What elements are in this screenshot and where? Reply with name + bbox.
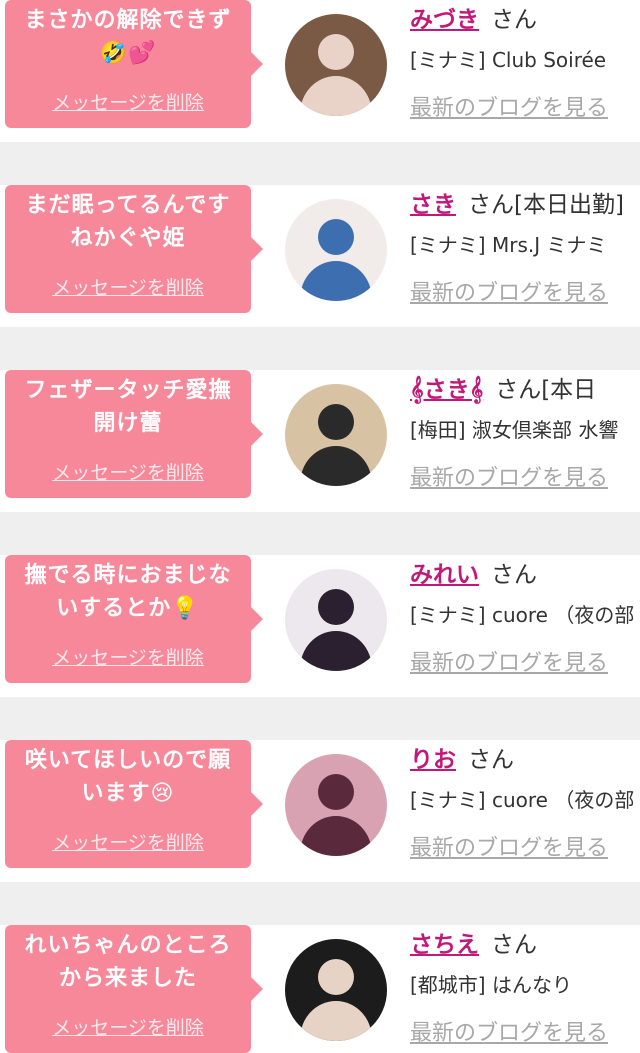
message-text: まだ眠ってるんです ねかぐや姫 — [25, 193, 231, 251]
delete-message-link[interactable]: メッセージを削除 — [5, 458, 251, 485]
avatar-head-shape — [318, 959, 354, 995]
shop-name: [ミナミ] cuore （夜の部 — [410, 603, 635, 627]
girl-name-link[interactable]: みれい — [410, 562, 479, 588]
name-suffix: さん — [468, 747, 514, 773]
name-suffix: さん — [491, 562, 537, 588]
message-card: まだ眠ってるんです ねかぐや姫メッセージを削除 さき さん[本日出勤] [ミナミ] M… — [0, 185, 640, 327]
girl-avatar[interactable] — [285, 199, 387, 301]
girl-name-link[interactable]: りお — [410, 747, 456, 773]
girl-avatar[interactable] — [285, 14, 387, 116]
latest-blog-link[interactable]: 最新のブログを見る — [410, 93, 608, 125]
name-line: りお さん — [410, 742, 514, 778]
name-suffix: さん — [491, 932, 537, 958]
message-text: 咲いてほしいので願 います😢 — [24, 748, 232, 806]
message-bubble: 撫でる時におまじな いするとか💡 メッセージを削除 — [5, 555, 263, 683]
message-card: 撫でる時におまじな いするとか💡 メッセージを削除 みれい さん [ミナミ] cuore… — [0, 555, 640, 697]
message-card: まさかの解除できず🤣💕 メッセージを削除 みづき さん [ミナミ] Club Soiré… — [0, 0, 640, 142]
delete-message-link[interactable]: メッセージを削除 — [5, 643, 251, 670]
girl-name-link[interactable]: 𝄞さき𝄞 — [410, 377, 483, 403]
message-text: 撫でる時におまじな いするとか💡 — [24, 563, 232, 621]
avatar-head-shape — [318, 589, 354, 625]
girl-avatar[interactable] — [285, 939, 387, 1041]
shop-name: [梅田] 淑女倶楽部 水響 — [410, 418, 619, 442]
girl-avatar[interactable] — [285, 384, 387, 486]
avatar-head-shape — [318, 774, 354, 810]
girl-name-link[interactable]: さちえ — [410, 932, 479, 958]
message-card: れいちゃんのところ から来ましたメッセージを削除 さちえ さん [都城市] はんなり最… — [0, 925, 640, 1053]
message-bubble: れいちゃんのところ から来ましたメッセージを削除 — [5, 925, 263, 1053]
latest-blog-link[interactable]: 最新のブログを見る — [410, 278, 608, 310]
delete-message-link[interactable]: メッセージを削除 — [5, 1013, 251, 1040]
avatar-head-shape — [318, 219, 354, 255]
latest-blog-link[interactable]: 最新のブログを見る — [410, 463, 608, 495]
name-line: さき さん[本日出勤] — [410, 187, 624, 223]
shop-name: [都城市] はんなり — [410, 973, 572, 997]
message-list: まさかの解除できず🤣💕 メッセージを削除 みづき さん [ミナミ] Club Soiré… — [0, 0, 640, 1053]
shop-name: [ミナミ] Mrs.J ミナミ — [410, 233, 607, 257]
girl-name-link[interactable]: さき — [410, 192, 456, 218]
latest-blog-link[interactable]: 最新のブログを見る — [410, 648, 608, 680]
avatar-head-shape — [318, 34, 354, 70]
name-line: 𝄞さき𝄞 さん[本日 — [410, 372, 596, 408]
message-text: フェザータッチ愛撫 開け蕾 — [24, 378, 232, 436]
shop-name: [ミナミ] Club Soirée — [410, 48, 607, 72]
message-card: 咲いてほしいので願 います😢 メッセージを削除 りお さん [ミナミ] cuore （夜… — [0, 740, 640, 882]
message-text: まさかの解除できず🤣💕 — [24, 8, 232, 66]
delete-message-link[interactable]: メッセージを削除 — [5, 88, 251, 115]
name-line: さちえ さん — [410, 927, 537, 963]
message-card: フェザータッチ愛撫 開け蕾メッセージを削除 𝄞さき𝄞 さん[本日 [梅田] 淑女倶楽部… — [0, 370, 640, 512]
name-suffix: さん — [491, 7, 537, 33]
message-bubble: フェザータッチ愛撫 開け蕾メッセージを削除 — [5, 370, 263, 498]
girl-avatar[interactable] — [285, 569, 387, 671]
avatar-head-shape — [318, 404, 354, 440]
name-suffix: さん[本日出勤] — [468, 192, 624, 218]
girl-name-link[interactable]: みづき — [410, 7, 479, 33]
name-line: みづき さん — [410, 2, 537, 38]
shop-name: [ミナミ] cuore （夜の部 — [410, 788, 635, 812]
message-bubble: まだ眠ってるんです ねかぐや姫メッセージを削除 — [5, 185, 263, 313]
latest-blog-link[interactable]: 最新のブログを見る — [410, 1018, 608, 1050]
message-text: れいちゃんのところ から来ました — [24, 933, 232, 991]
message-bubble: 咲いてほしいので願 います😢 メッセージを削除 — [5, 740, 263, 868]
latest-blog-link[interactable]: 最新のブログを見る — [410, 833, 608, 865]
girl-avatar[interactable] — [285, 754, 387, 856]
delete-message-link[interactable]: メッセージを削除 — [5, 273, 251, 300]
name-suffix: さん[本日 — [495, 377, 597, 403]
message-bubble: まさかの解除できず🤣💕 メッセージを削除 — [5, 0, 263, 128]
name-line: みれい さん — [410, 557, 537, 593]
delete-message-link[interactable]: メッセージを削除 — [5, 828, 251, 855]
